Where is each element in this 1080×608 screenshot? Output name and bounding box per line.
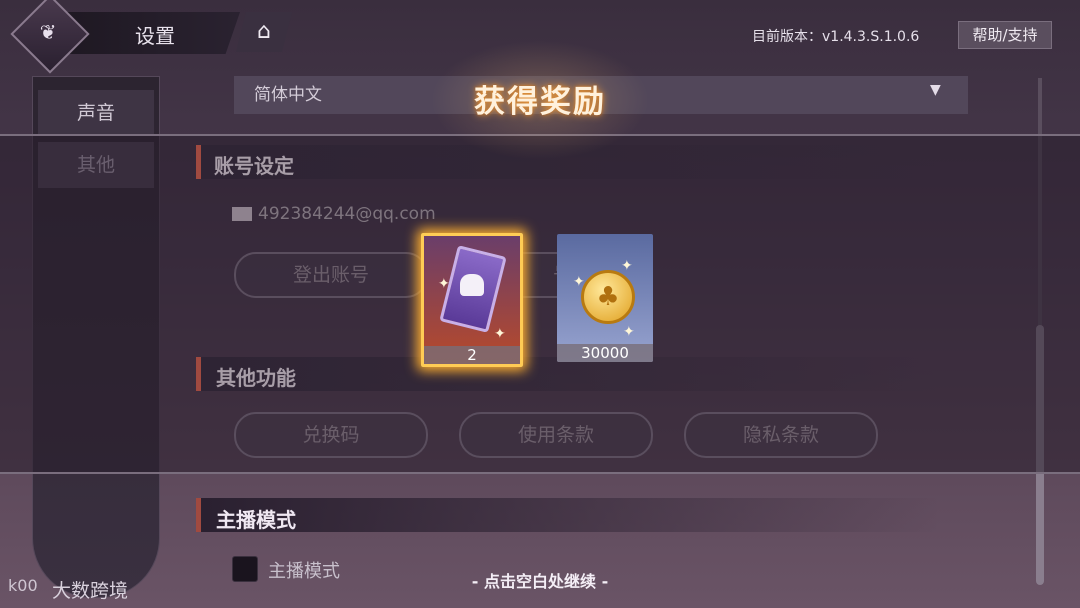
burger-icon [460,274,484,296]
other-functions-section-title: 其他功能 [216,366,296,390]
mail-icon [232,207,252,221]
watermark-logo: k00 [8,576,38,595]
terms-of-use-button[interactable]: 使用条款 [459,412,653,458]
help-support-button[interactable]: 帮助/支持 [958,21,1052,49]
reward-quantity: 2 [424,346,520,364]
sparkle-icon: ✦ [438,276,450,292]
privacy-policy-button[interactable]: 隐私条款 [684,412,878,458]
sparkle-icon: ✦ [573,274,585,290]
sparkle-icon: ✦ [494,326,506,342]
language-selected-value: 简体中文 [254,85,322,105]
streamer-section-title: 主播模式 [216,508,296,532]
other-functions-section-header [196,357,941,391]
coin-icon: ♣ [581,270,635,324]
reward-quantity: 30000 [557,344,653,362]
logout-button[interactable]: 登出账号 [234,252,428,298]
streamer-mode-checkbox[interactable] [232,556,258,582]
account-email: 492384244@qq.com [258,204,436,224]
sidebar-item-sound[interactable]: 声音 [38,90,154,136]
reward-item-ticket[interactable]: ✦ ✦ 2 [421,233,523,367]
redeem-code-button[interactable]: 兑换码 [234,412,428,458]
streamer-mode-label: 主播模式 [268,561,340,582]
account-section-title: 账号设定 [214,154,294,178]
reward-item-coin[interactable]: ♣ ✦ ✦ ✦ 30000 [557,234,653,362]
watermark-text: 大数跨境 [52,580,129,602]
streamer-section-header [196,498,941,532]
dropdown-arrow-icon[interactable]: ▼ [930,82,941,98]
home-icon[interactable]: ⌂ [250,18,278,46]
reward-title: 获得奖励 [474,84,606,120]
continue-hint: - 点击空白处继续 - [471,572,609,591]
heart-icon: ❦ [39,20,57,44]
sparkle-icon: ✦ [621,258,633,274]
version-label: 目前版本：v1.4.3.S.1.0.6 [752,29,920,45]
sparkle-icon: ✦ [623,324,635,340]
page-title: 设置 [135,24,175,48]
